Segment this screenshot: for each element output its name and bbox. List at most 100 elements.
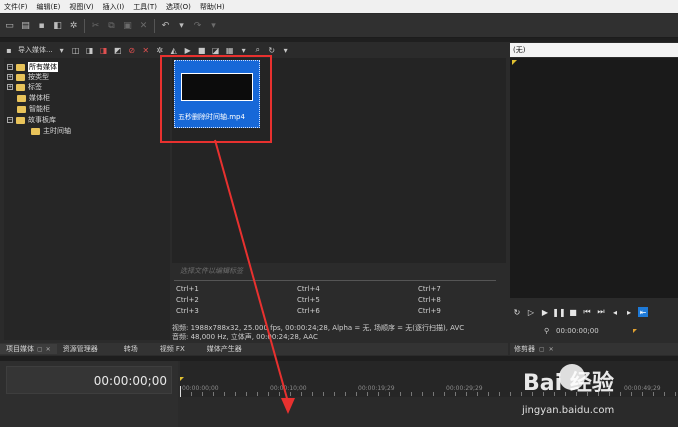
prev-frame-icon[interactable]: ◂ xyxy=(610,307,620,317)
undo-icon[interactable]: ↶ xyxy=(160,20,171,31)
menu-bar: 文件(F) 编辑(E) 视图(V) 插入(I) 工具(T) 选项(O) 帮助(H… xyxy=(0,0,678,13)
play-icon[interactable]: ▶ xyxy=(540,307,550,317)
stop-icon[interactable]: ■ xyxy=(568,307,578,317)
tree-item-label: 故事板库 xyxy=(28,116,56,124)
menu-tools[interactable]: 工具(T) xyxy=(133,2,157,12)
chevron-down-icon[interactable]: ▾ xyxy=(208,20,219,31)
refresh-icon[interactable]: ↻ xyxy=(267,45,277,55)
menu-help[interactable]: 帮助(H) xyxy=(200,2,225,12)
go-to-end-icon[interactable]: ⏭ xyxy=(596,307,606,317)
shortcut-label[interactable]: Ctrl+7 xyxy=(418,285,496,296)
remove-unused-icon[interactable]: ◨ xyxy=(99,45,109,55)
auto-preview-icon[interactable]: ◪ xyxy=(211,45,221,55)
tree-item-all-media[interactable]: − 所有媒体 xyxy=(7,62,58,72)
cut-icon[interactable]: ✂ xyxy=(90,20,101,31)
paste-icon[interactable]: ▣ xyxy=(122,20,133,31)
redo-icon[interactable]: ↷ xyxy=(192,20,203,31)
expand-icon[interactable]: + xyxy=(7,84,13,90)
shortcut-label[interactable]: Ctrl+1 xyxy=(176,285,297,296)
tree-item-label: 按类型 xyxy=(28,73,49,81)
tree-item-smart-bins[interactable]: 智能柜 xyxy=(17,104,50,114)
tree-item-label: 媒体柜 xyxy=(29,94,50,102)
pause-icon[interactable]: ❚❚ xyxy=(552,307,565,317)
tab-video-fx[interactable]: 视频 FX xyxy=(154,344,191,354)
tab-explorer[interactable]: 资源管理器 xyxy=(57,344,104,354)
collapse-icon[interactable]: − xyxy=(7,64,13,70)
new-file-icon[interactable]: ▭ xyxy=(4,20,15,31)
loop-icon[interactable]: ↻ xyxy=(512,307,522,317)
maximize-icon[interactable]: ▢ xyxy=(37,346,43,353)
shortcut-label[interactable]: Ctrl+2 xyxy=(176,296,297,307)
shortcut-label[interactable]: Ctrl+8 xyxy=(418,296,496,307)
tab-trimmer[interactable]: 修剪器 xyxy=(514,344,535,354)
no-entry-icon[interactable]: ⊘ xyxy=(127,45,137,55)
properties-icon[interactable]: ◩ xyxy=(113,45,123,55)
tree-item-main-timeline[interactable]: 主时间轴 xyxy=(31,126,71,136)
tree-item-storyboard-bin[interactable]: − 故事板库 xyxy=(7,115,56,125)
tab-project-media[interactable]: 项目媒体 ▢ ✕ xyxy=(0,344,57,354)
save-icon[interactable]: ▪ xyxy=(4,45,14,55)
shortcut-label[interactable]: Ctrl+3 xyxy=(176,307,297,318)
search-icon[interactable]: ⌕ xyxy=(253,45,263,55)
loop-region-marker[interactable] xyxy=(180,377,184,381)
close-icon[interactable]: ✕ xyxy=(141,45,151,55)
copy-icon[interactable]: ⧉ xyxy=(106,20,117,31)
add-to-timeline-icon[interactable]: ⇤ xyxy=(638,307,648,317)
chevron-down-icon[interactable]: ▾ xyxy=(57,45,67,55)
get-media-icon[interactable]: ◨ xyxy=(85,45,95,55)
shortcut-label[interactable]: Ctrl+5 xyxy=(297,296,418,307)
tree-item-media-bins[interactable]: 媒体柜 xyxy=(17,93,50,103)
tree-item-label: 主时间轴 xyxy=(43,127,71,135)
collapse-icon[interactable]: − xyxy=(7,117,13,123)
out-point-marker[interactable] xyxy=(633,329,637,333)
expand-icon[interactable]: + xyxy=(7,74,13,80)
chevron-down-icon[interactable]: ▾ xyxy=(176,20,187,31)
capture-icon[interactable]: ◫ xyxy=(71,45,81,55)
open-folder-icon[interactable]: ▤ xyxy=(20,20,31,31)
next-frame-icon[interactable]: ▸ xyxy=(624,307,634,317)
pin-icon: ⚲ xyxy=(544,327,550,335)
in-point-marker[interactable] xyxy=(512,60,517,65)
import-media-button[interactable]: 导入媒体... xyxy=(18,45,53,55)
shortcut-label[interactable]: Ctrl+6 xyxy=(297,307,418,318)
tree-item-tags[interactable]: + 标签 xyxy=(7,82,42,92)
menu-insert[interactable]: 插入(I) xyxy=(103,2,125,12)
media-info: 视频: 1988x788x32, 25.000 fps, 00:00:24;28… xyxy=(172,324,506,342)
maximize-icon[interactable]: ▢ xyxy=(539,346,545,353)
annotation-highlight-box xyxy=(160,55,272,143)
trimmer-tabs: 修剪器 ▢ ✕ xyxy=(510,343,678,355)
chevron-down-icon[interactable]: ▾ xyxy=(281,45,291,55)
menu-edit[interactable]: 编辑(E) xyxy=(37,2,61,12)
menu-view[interactable]: 视图(V) xyxy=(69,2,93,12)
timeline-timecode-display: 00:00:00;00 xyxy=(6,366,172,394)
gear-icon[interactable]: ✲ xyxy=(155,45,165,55)
delete-icon[interactable]: ✕ xyxy=(138,20,149,31)
toolbar-divider xyxy=(154,18,155,33)
menu-file[interactable]: 文件(F) xyxy=(4,2,28,12)
tree-item-by-type[interactable]: + 按类型 xyxy=(7,72,49,82)
tab-transitions[interactable]: 转场 xyxy=(118,344,144,354)
tab-media-generators[interactable]: 媒体产生器 xyxy=(201,344,248,354)
effects-icon[interactable]: ◭ xyxy=(169,45,179,55)
chevron-down-icon[interactable]: ▾ xyxy=(239,45,249,55)
docking-tabs: 项目媒体 ▢ ✕ 资源管理器 转场 视频 FX 媒体产生器 xyxy=(0,343,508,355)
play-icon[interactable]: ▶ xyxy=(183,45,193,55)
folder-icon xyxy=(17,105,26,113)
menu-options[interactable]: 选项(O) xyxy=(166,2,191,12)
close-icon[interactable]: ✕ xyxy=(549,346,554,353)
playhead[interactable] xyxy=(180,386,181,397)
ruler-label: 00:00:19;29 xyxy=(358,385,395,392)
save-as-icon[interactable]: ◧ xyxy=(52,20,63,31)
close-icon[interactable]: ✕ xyxy=(46,346,51,353)
gear-icon[interactable]: ✲ xyxy=(68,20,79,31)
trimmer-source-dropdown[interactable]: (无) xyxy=(510,43,678,57)
shortcut-label[interactable]: Ctrl+9 xyxy=(418,307,496,318)
save-icon[interactable]: ▪ xyxy=(36,20,47,31)
views-icon[interactable]: ▦ xyxy=(225,45,235,55)
baidu-watermark: Bai 经验 xyxy=(523,371,614,396)
stop-icon[interactable]: ■ xyxy=(197,45,207,55)
play-from-start-icon[interactable]: ▷ xyxy=(526,307,536,317)
go-to-start-icon[interactable]: ⏮ xyxy=(582,307,592,317)
shortcut-label[interactable]: Ctrl+4 xyxy=(297,285,418,296)
tab-label: 项目媒体 xyxy=(6,345,34,353)
